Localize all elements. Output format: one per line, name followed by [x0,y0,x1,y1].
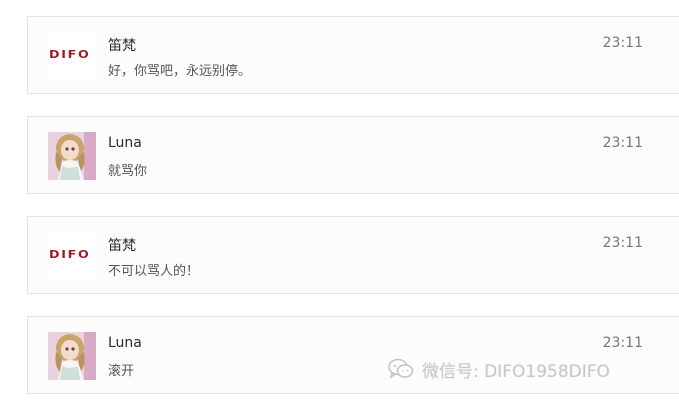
sender-name: 笛梵 [108,38,136,54]
chat-page: DIFO 笛梵 好，你骂吧，永远别停。 23:11 Luna 就骂你 23:11 [0,0,679,403]
message-text: 好，你骂吧，永远别停。 [108,64,252,79]
sender-name: Luna [108,335,142,351]
sender-name: 笛梵 [108,238,136,254]
message-text: 就骂你 [108,164,148,179]
difo-logo: DIFO [49,248,91,261]
wechat-icon [388,358,414,379]
avatar [48,132,96,180]
doll-photo-icon [48,132,96,180]
message-time: 23:11 [602,335,643,351]
message-time: 23:11 [602,35,643,51]
difo-logo: DIFO [49,48,91,61]
doll-photo-icon [48,332,96,380]
sender-name: Luna [108,135,142,151]
watermark: 微信号: DIFO1958DIFO [388,356,610,382]
watermark-text: 微信号: DIFO1958DIFO [422,361,610,382]
message-card[interactable]: Luna 滚开 23:11 [27,316,679,394]
message-card[interactable]: DIFO 笛梵 好，你骂吧，永远别停。 23:11 [27,16,679,94]
avatar: DIFO [48,32,96,80]
message-card[interactable]: DIFO 笛梵 不可以骂人的！ 23:11 [27,216,679,294]
message-text: 滚开 [108,364,135,379]
message-time: 23:11 [602,235,643,251]
message-time: 23:11 [602,135,643,151]
avatar [48,332,96,380]
avatar: DIFO [48,232,96,280]
message-card[interactable]: Luna 就骂你 23:11 [27,116,679,194]
message-text: 不可以骂人的！ [108,264,200,279]
